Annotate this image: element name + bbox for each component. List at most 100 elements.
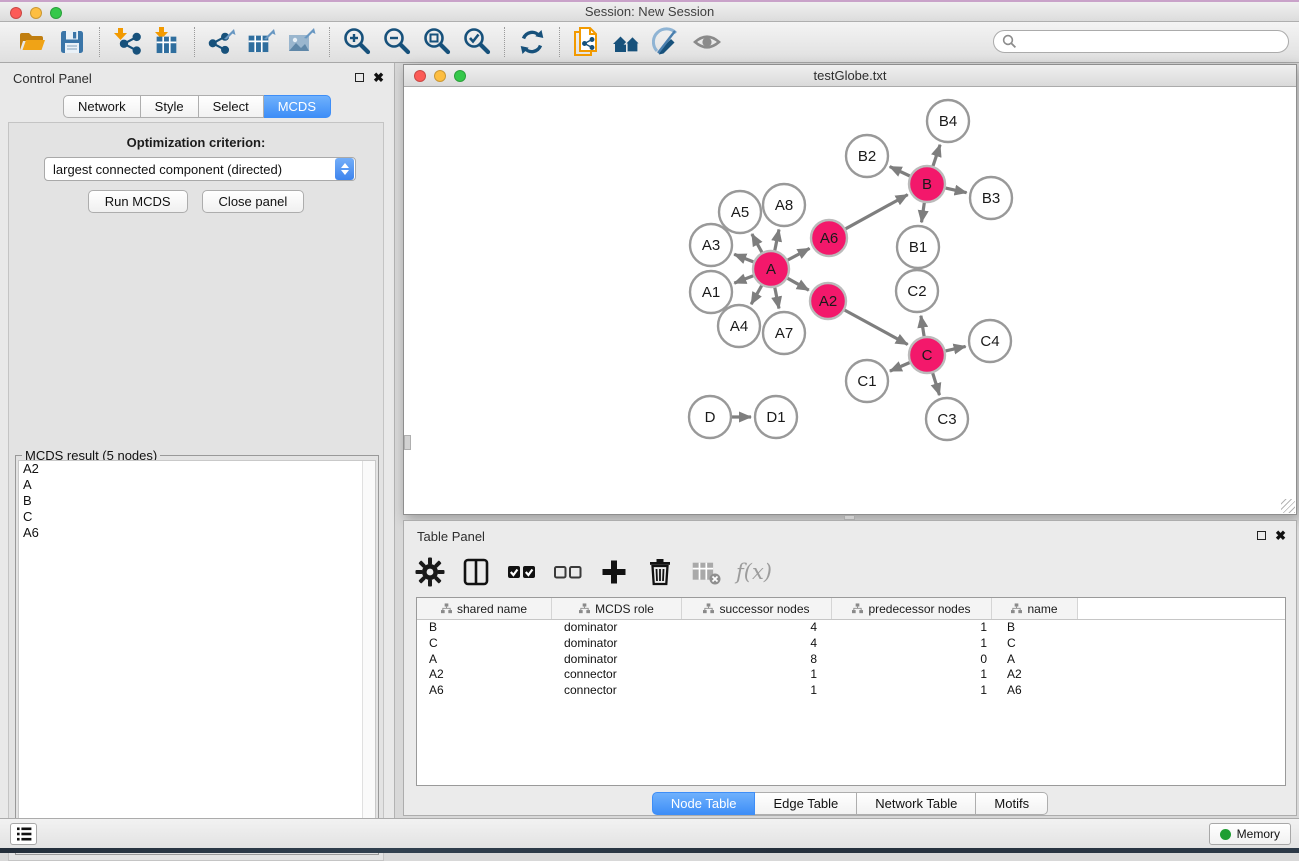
graph-node-A6[interactable]: A6 (811, 220, 847, 256)
column-header-successor-nodes[interactable]: successor nodes (682, 598, 832, 619)
graph-node-D[interactable]: D (689, 396, 731, 438)
graph-node-C1[interactable]: C1 (846, 360, 888, 402)
edge-A-A2[interactable] (788, 278, 809, 290)
mcds-result-item[interactable]: A2 (19, 461, 375, 477)
mcds-result-item[interactable]: A6 (19, 525, 375, 541)
mcds-result-item[interactable]: A (19, 477, 375, 493)
edge-A-A1[interactable] (734, 276, 753, 283)
edge-A6-B[interactable] (846, 195, 908, 229)
resize-grip[interactable] (1281, 499, 1295, 513)
tab-mcds[interactable]: MCDS (264, 95, 331, 118)
mcds-result-item[interactable]: C (19, 509, 375, 525)
tab-style[interactable]: Style (141, 95, 199, 118)
list-scrollbar[interactable] (362, 461, 375, 851)
graph-node-C3[interactable]: C3 (926, 398, 968, 440)
import-table-icon[interactable] (147, 25, 187, 59)
column-header-predecessor-nodes[interactable]: predecessor nodes (832, 598, 992, 619)
graph-node-C2[interactable]: C2 (896, 270, 938, 312)
graph-node-A8[interactable]: A8 (763, 184, 805, 226)
graph-node-B4[interactable]: B4 (927, 100, 969, 142)
criterion-dropdown[interactable]: largest connected component (directed) (44, 157, 356, 181)
network-close-button[interactable] (414, 70, 426, 82)
run-mcds-button[interactable]: Run MCDS (88, 190, 188, 213)
graph-node-A1[interactable]: A1 (690, 271, 732, 313)
tab-network-table[interactable]: Network Table (857, 792, 976, 815)
settings-icon[interactable] (414, 556, 446, 588)
graph-node-B2[interactable]: B2 (846, 135, 888, 177)
graph-node-A7[interactable]: A7 (763, 312, 805, 354)
close-window-button[interactable] (10, 7, 22, 19)
tab-select[interactable]: Select (199, 95, 264, 118)
close-table-panel-icon[interactable]: ✖ (1275, 530, 1286, 541)
unselect-all-icon[interactable] (552, 556, 584, 588)
save-session-icon[interactable] (52, 25, 92, 59)
edge-A-A5[interactable] (752, 234, 762, 252)
add-row-icon[interactable] (598, 556, 630, 588)
edge-B-B3[interactable] (946, 188, 967, 193)
network-canvas[interactable]: A A1 A2 A3 A4 A5 A6 A7 A8 B B1 B2 B3 B4 … (404, 87, 1296, 514)
network-minimize-button[interactable] (434, 70, 446, 82)
memory-button[interactable]: Memory (1209, 823, 1291, 845)
graph-node-A4[interactable]: A4 (718, 305, 760, 347)
tab-motifs[interactable]: Motifs (976, 792, 1048, 815)
tab-network[interactable]: Network (63, 95, 141, 118)
edge-A-A8[interactable] (775, 230, 779, 251)
tab-node-table[interactable]: Node Table (652, 792, 756, 815)
open-file-icon[interactable] (12, 25, 52, 59)
import-network-icon[interactable] (107, 25, 147, 59)
zoom-selected-icon[interactable] (457, 25, 497, 59)
delete-row-icon[interactable] (644, 556, 676, 588)
graph-node-A3[interactable]: A3 (690, 224, 732, 266)
mcds-result-list[interactable]: A2ABCA6 (18, 460, 376, 852)
edge-C-C3[interactable] (933, 373, 940, 395)
edge-B-B1[interactable] (922, 203, 925, 223)
edge-A-A4[interactable] (751, 286, 762, 305)
export-network-icon[interactable] (202, 25, 242, 59)
refresh-icon[interactable] (512, 25, 552, 59)
graph-node-D1[interactable]: D1 (755, 396, 797, 438)
float-table-panel-icon[interactable] (1257, 531, 1266, 540)
column-header-MCDS-role[interactable]: MCDS role (552, 598, 682, 619)
edge-A2-C[interactable] (845, 310, 908, 344)
edge-B-B4[interactable] (933, 145, 940, 166)
float-panel-icon[interactable] (355, 73, 364, 82)
edge-C-C4[interactable] (946, 346, 966, 351)
graph-node-C[interactable]: C (909, 337, 945, 373)
zoom-fit-icon[interactable] (417, 25, 457, 59)
column-header-name[interactable]: name (992, 598, 1078, 619)
close-panel-icon[interactable]: ✖ (373, 72, 384, 83)
table-row[interactable]: Bdominator41B (417, 620, 1285, 636)
graph-node-A5[interactable]: A5 (719, 191, 761, 233)
export-table-icon[interactable] (242, 25, 282, 59)
edge-A-A6[interactable] (788, 248, 810, 260)
column-header-shared-name[interactable]: shared name (417, 598, 552, 619)
mcds-result-item[interactable]: B (19, 493, 375, 509)
table-row[interactable]: A2connector11A2 (417, 667, 1285, 683)
graph-node-B[interactable]: B (909, 166, 945, 202)
graph-node-A2[interactable]: A2 (810, 283, 846, 319)
close-panel-button[interactable]: Close panel (202, 190, 305, 213)
graph-node-B3[interactable]: B3 (970, 177, 1012, 219)
home-icon[interactable] (607, 25, 647, 59)
graph-node-B1[interactable]: B1 (897, 226, 939, 268)
table-row[interactable]: A6connector11A6 (417, 683, 1285, 699)
table-row[interactable]: Cdominator41C (417, 636, 1285, 652)
minimize-window-button[interactable] (30, 7, 42, 19)
edge-C-C2[interactable] (921, 316, 924, 337)
search-input[interactable] (993, 30, 1289, 53)
tab-edge-table[interactable]: Edge Table (755, 792, 857, 815)
network-file-icon[interactable] (567, 25, 607, 59)
graph-node-A[interactable]: A (753, 251, 789, 287)
show-graphics-icon[interactable] (687, 25, 727, 59)
edge-C-C1[interactable] (890, 363, 910, 372)
zoom-window-button[interactable] (50, 7, 62, 19)
task-history-button[interactable] (10, 823, 37, 845)
network-zoom-button[interactable] (454, 70, 466, 82)
select-all-icon[interactable] (506, 556, 538, 588)
edge-A-A7[interactable] (775, 288, 779, 309)
columns-icon[interactable] (460, 556, 492, 588)
graph-node-C4[interactable]: C4 (969, 320, 1011, 362)
zoom-in-icon[interactable] (337, 25, 377, 59)
vertical-scrollbar-thumb[interactable] (404, 435, 411, 450)
edge-B-B2[interactable] (890, 167, 910, 176)
